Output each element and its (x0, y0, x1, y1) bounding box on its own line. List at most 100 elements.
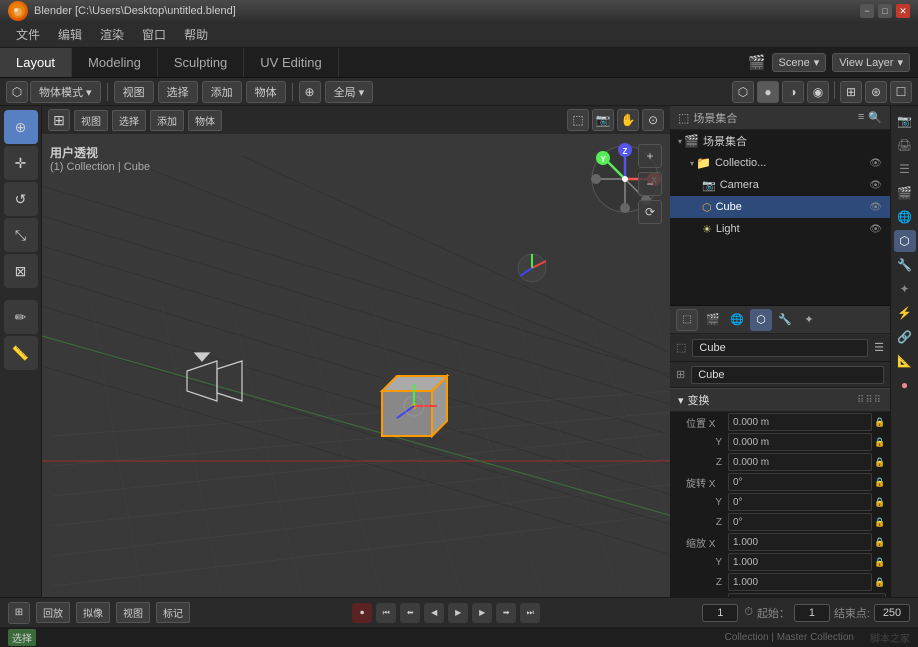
end-frame[interactable]: 250 (874, 604, 910, 622)
scale-z-field[interactable]: 1.000 (728, 573, 872, 591)
timeline-editor-type-btn[interactable]: ⊞ (8, 602, 30, 624)
view-menu-btn[interactable]: 视图 (74, 110, 108, 131)
overlay-toggle-btn[interactable]: ⊛ (865, 81, 887, 103)
object-name-menu-icon[interactable]: ☰ (874, 341, 884, 354)
data-name-field[interactable]: Cube (691, 366, 884, 384)
scene-props-icon[interactable]: 🎬 (894, 182, 916, 204)
record-btn[interactable]: ⏺ (352, 603, 372, 623)
jump-start-btn[interactable]: ⏮ (376, 603, 396, 623)
position-y-lock[interactable]: 🔒 (874, 437, 886, 448)
menu-edit[interactable]: 编辑 (50, 24, 90, 45)
object-menu-btn[interactable]: 物体 (188, 110, 222, 131)
outliner-filter-btn[interactable]: ≡ (858, 111, 864, 124)
tab-modeling[interactable]: Modeling (72, 48, 158, 77)
tab-sculpting[interactable]: Sculpting (158, 48, 244, 77)
play-btn[interactable]: ▶ (448, 603, 468, 623)
material-shading-btn[interactable]: ◑ (782, 81, 804, 103)
rotation-z-lock[interactable]: 🔒 (874, 517, 886, 528)
render-props-icon[interactable]: 📷 (894, 110, 916, 132)
view-layer-props-icon[interactable]: ☰ (894, 158, 916, 180)
outliner-search-btn[interactable]: 🔍 (868, 111, 882, 124)
scale-x-field[interactable]: 1.000 (728, 533, 872, 551)
outliner-light[interactable]: ☀ Light 👁 (670, 218, 890, 240)
focus-btn[interactable]: ✋ (617, 109, 639, 131)
next-keyframe-btn[interactable]: ➡ (496, 603, 516, 623)
cube-eye[interactable]: 👁 (869, 202, 882, 213)
rotation-z-field[interactable]: 0° (728, 513, 872, 531)
cursor-tool[interactable]: ⊕ (4, 110, 38, 144)
object-menu[interactable]: 物体 (246, 81, 286, 103)
scale-x-lock[interactable]: 🔒 (874, 537, 886, 548)
scale-tool[interactable]: ⤡ (4, 218, 38, 252)
render-shading-btn[interactable]: ◉ (807, 81, 829, 103)
maximize-button[interactable]: □ (878, 4, 892, 18)
wireframe-shading-btn[interactable]: ⬡ (732, 81, 754, 103)
position-y-field[interactable]: 0.000 m (728, 433, 872, 451)
view-layer-selector[interactable]: View Layer ▾ (832, 53, 910, 72)
viewport-3d[interactable]: ⊞ 视图 选择 添加 物体 ⬚ 📷 ✋ ⊙ 用户透视 (1) Collectio… (42, 106, 670, 597)
render-engine-selector[interactable]: 🎬 (748, 54, 765, 71)
particles-props-icon[interactable]: ✦ (894, 278, 916, 300)
close-button[interactable]: ✕ (896, 4, 910, 18)
menu-window[interactable]: 窗口 (134, 24, 174, 45)
rotate-view-btn[interactable]: ⟳ (638, 200, 662, 224)
snap-icon[interactable]: ⊕ (299, 81, 321, 103)
zoom-out-btn[interactable]: − (638, 172, 662, 196)
rotation-x-lock[interactable]: 🔒 (874, 477, 886, 488)
object-icon[interactable]: ⬡ (6, 81, 28, 103)
current-frame[interactable]: 1 (702, 604, 738, 622)
transform-section-header[interactable]: ▾ 变换 ⠿⠿⠿ (670, 388, 890, 412)
menu-file[interactable]: 文件 (8, 24, 48, 45)
camera-eye[interactable]: 👁 (869, 180, 882, 191)
scale-y-lock[interactable]: 🔒 (874, 557, 886, 568)
render-btn[interactable]: ⬚ (567, 109, 589, 131)
select-menu-btn[interactable]: 选择 (112, 110, 146, 131)
menu-render[interactable]: 渲染 (92, 24, 132, 45)
add-menu-btn[interactable]: 添加 (150, 110, 184, 131)
gizmo-toggle-btn[interactable]: ⊞ (840, 81, 862, 103)
view-menu[interactable]: 视图 (114, 81, 154, 103)
material-props-icon[interactable]: ● (894, 374, 916, 396)
constraints-props-icon[interactable]: 🔗 (894, 326, 916, 348)
light-eye[interactable]: 👁 (869, 224, 882, 235)
marker-btn[interactable]: 标记 (156, 602, 190, 623)
output-props-icon[interactable]: 🖨 (894, 134, 916, 156)
transform-tool[interactable]: ⊠ (4, 254, 38, 288)
position-z-field[interactable]: 0.000 m (728, 453, 872, 471)
rotate-tool[interactable]: ↺ (4, 182, 38, 216)
move-tool[interactable]: ✛ (4, 146, 38, 180)
mirror-btn[interactable]: 拟像 (76, 602, 110, 623)
world-props-icon[interactable]: 🌐 (894, 206, 916, 228)
xray-toggle-btn[interactable]: ☐ (890, 81, 912, 103)
jump-end-btn[interactable]: ⏭ (520, 603, 540, 623)
prop-modifier-tab[interactable]: 🔧 (774, 309, 796, 331)
prop-scene-tab[interactable]: 🎬 (702, 309, 724, 331)
rotation-y-lock[interactable]: 🔒 (874, 497, 886, 508)
solid-shading-btn[interactable]: ● (757, 81, 779, 103)
annotate-tool[interactable]: ✏ (4, 300, 38, 334)
timeline-view-btn[interactable]: 视图 (116, 602, 150, 623)
prop-object-tab[interactable]: ⬡ (750, 309, 772, 331)
object-props-icon[interactable]: ⬡ (894, 230, 916, 252)
outliner-collection[interactable]: ▾ 📁 Collectio... 👁 (670, 152, 890, 174)
modifier-props-icon[interactable]: 🔧 (894, 254, 916, 276)
playback-btn[interactable]: 回放 (36, 602, 70, 623)
scale-z-lock[interactable]: 🔒 (874, 577, 886, 588)
position-x-lock[interactable]: 🔒 (874, 417, 886, 428)
add-menu[interactable]: 添加 (202, 81, 242, 103)
minimize-button[interactable]: − (860, 4, 874, 18)
rotation-y-field[interactable]: 0° (728, 493, 872, 511)
prop-world-tab[interactable]: 🌐 (726, 309, 748, 331)
outliner-camera[interactable]: 📷 Camera 👁 (670, 174, 890, 196)
zoom-in-btn[interactable]: + (638, 144, 662, 168)
rotation-x-field[interactable]: 0° (728, 473, 872, 491)
editor-type-btn[interactable]: ⊞ (48, 109, 70, 131)
rotation-mode-field[interactable]: X V (728, 593, 886, 597)
menu-help[interactable]: 帮助 (176, 24, 216, 45)
global-selector[interactable]: 全局 ▾ (325, 81, 374, 103)
next-frame-btn[interactable]: ▶ (472, 603, 492, 623)
physics-props-icon[interactable]: ⚡ (894, 302, 916, 324)
collection-eye[interactable]: 👁 (869, 158, 882, 169)
outliner-scene-collection[interactable]: ▾ 🎬 场景集合 (670, 130, 890, 152)
measure-tool[interactable]: 📏 (4, 336, 38, 370)
